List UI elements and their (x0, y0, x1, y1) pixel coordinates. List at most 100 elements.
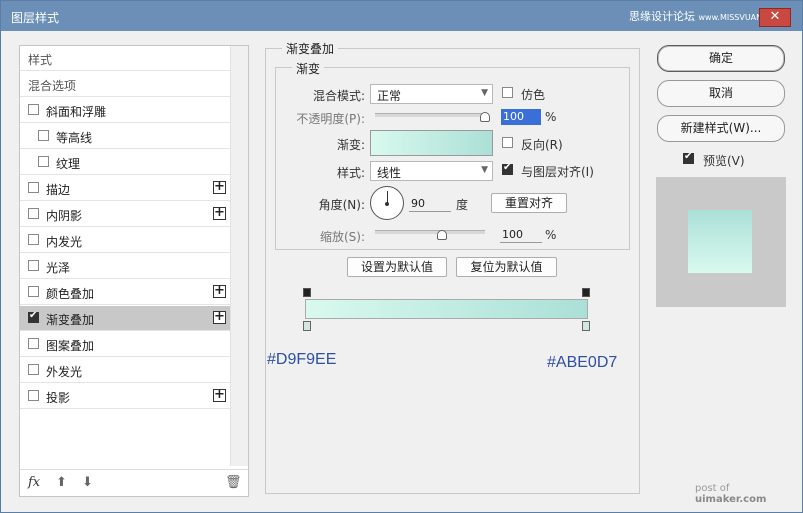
opacity-slider-thumb[interactable] (480, 112, 490, 122)
color-overlay-checkbox[interactable] (28, 286, 39, 297)
list-item-inner-glow[interactable]: 内发光 (20, 228, 230, 253)
dialog-title: 图层样式 (11, 11, 60, 25)
move-down-icon[interactable]: ⬇ (82, 475, 93, 490)
opacity-input[interactable]: 100 (501, 109, 541, 125)
texture-checkbox[interactable] (38, 156, 49, 167)
list-header-styles[interactable]: 样式 (20, 46, 230, 71)
style-select[interactable]: 线性 ▼ (370, 161, 493, 181)
list-item-inner-shadow[interactable]: 内阴影 + (20, 202, 230, 227)
gradient-label: 渐变: (336, 138, 365, 152)
color-overlay-label: 颜色叠加 (46, 287, 95, 301)
satin-label: 光泽 (46, 261, 71, 275)
scale-percent: % (545, 228, 557, 242)
list-item-bevel-emboss[interactable]: 斜面和浮雕 (20, 98, 230, 123)
blend-mode-select[interactable]: 正常 ▼ (370, 84, 493, 104)
opacity-percent: % (545, 110, 557, 124)
move-up-icon[interactable]: ⬆ (56, 475, 67, 490)
dither-checkbox[interactable] (502, 87, 513, 98)
color-overlay-add-icon[interactable]: + (213, 284, 226, 298)
pattern-overlay-checkbox[interactable] (28, 338, 39, 349)
reset-default-button[interactable]: 复位为默认值 (456, 257, 557, 277)
style-list-scrollbar[interactable] (230, 46, 248, 466)
angle-input[interactable]: 90 (409, 196, 451, 212)
color-end-hex: #ABE0D7 (547, 354, 618, 371)
align-with-layer-checkbox[interactable] (502, 162, 513, 175)
color-stop-right[interactable] (582, 321, 590, 331)
reverse-label: 反向(R) (521, 138, 563, 152)
trash-icon[interactable]: 🗑 (225, 475, 242, 490)
outer-glow-checkbox[interactable] (28, 364, 39, 375)
chevron-down-icon: ▼ (481, 165, 488, 175)
gradient-subgroup-title: 渐变 (292, 60, 325, 77)
scale-slider-thumb[interactable] (437, 230, 447, 240)
preview-checkbox[interactable] (683, 151, 694, 164)
list-item-outer-glow[interactable]: 外发光 (20, 358, 230, 383)
cancel-button[interactable]: 取消 (657, 80, 785, 107)
list-item-satin[interactable]: 光泽 (20, 254, 230, 279)
bevel-emboss-checkbox[interactable] (28, 104, 39, 115)
style-label: 样式: (336, 166, 365, 180)
opacity-slider-track[interactable] (375, 113, 485, 117)
list-item-gradient-overlay[interactable]: 渐变叠加 + (20, 306, 230, 331)
inner-shadow-checkbox[interactable] (28, 208, 39, 219)
preview-label: 预览(V) (703, 154, 745, 168)
set-default-button[interactable]: 设置为默认值 (347, 257, 447, 277)
new-style-button[interactable]: 新建样式(W)... (657, 115, 785, 142)
blend-options-label: 混合选项 (28, 79, 77, 93)
satin-checkbox[interactable] (28, 260, 39, 271)
gradient-picker-swatch[interactable] (370, 130, 493, 156)
gradient-overlay-add-icon[interactable]: + (213, 310, 226, 324)
outer-glow-label: 外发光 (46, 365, 83, 379)
drop-shadow-add-icon[interactable]: + (213, 388, 226, 402)
style-preview (656, 177, 786, 307)
inner-glow-checkbox[interactable] (28, 234, 39, 245)
angle-label: 角度(N): (318, 198, 365, 212)
layer-style-dialog: 图层样式 思缘设计论坛 www.MISSVUAN.COM ✕ 样式 混合选项 斜… (0, 0, 803, 513)
reverse-checkbox[interactable] (502, 137, 513, 148)
gradient-overlay-checkbox[interactable] (28, 310, 39, 323)
angle-dial[interactable] (370, 186, 404, 220)
list-item-contour[interactable]: 等高线 (20, 124, 230, 149)
scale-label: 缩放(S): (319, 230, 365, 244)
fx-icon[interactable]: fx (28, 475, 40, 490)
gradient-overlay-group-title: 渐变叠加 (282, 40, 339, 57)
close-button[interactable]: ✕ (759, 8, 791, 27)
preview-swatch (688, 210, 752, 273)
angle-degree-unit: 度 (456, 198, 469, 212)
stroke-add-icon[interactable]: + (213, 180, 226, 194)
list-item-blend-options[interactable]: 混合选项 (20, 72, 230, 97)
reset-align-button[interactable]: 重置对齐 (491, 193, 567, 213)
close-icon: ✕ (769, 9, 781, 24)
inner-glow-label: 内发光 (46, 235, 83, 249)
list-item-stroke[interactable]: 描边 + (20, 176, 230, 201)
drop-shadow-checkbox[interactable] (28, 390, 39, 401)
ok-button[interactable]: 确定 (657, 45, 785, 72)
styles-header-label: 样式 (28, 53, 53, 67)
inner-shadow-add-icon[interactable]: + (213, 206, 226, 220)
blend-mode-label: 混合模式: (312, 89, 365, 103)
title-bar: 图层样式 思缘设计论坛 www.MISSVUAN.COM ✕ (1, 1, 802, 31)
gradient-overlay-label: 渐变叠加 (46, 313, 95, 327)
list-item-pattern-overlay[interactable]: 图案叠加 (20, 332, 230, 357)
footer-watermark: post of uimaker.com (695, 483, 767, 505)
inner-shadow-label: 内阴影 (46, 209, 83, 223)
align-with-layer-label: 与图层对齐(I) (521, 165, 594, 179)
scale-input[interactable]: 100 (500, 227, 542, 243)
contour-checkbox[interactable] (38, 130, 49, 141)
dither-label: 仿色 (521, 88, 546, 102)
style-list-panel: 样式 混合选项 斜面和浮雕 等高线 纹理 描边 + 内阴影 + 内发光 光泽 颜… (19, 45, 249, 497)
style-list-footer: fx ⬆ ⬇ 🗑 (20, 469, 248, 497)
gradient-preview-bar[interactable] (305, 299, 588, 319)
list-item-color-overlay[interactable]: 颜色叠加 + (20, 280, 230, 305)
opacity-stop-left[interactable] (303, 288, 311, 297)
texture-label: 纹理 (56, 157, 81, 171)
stroke-checkbox[interactable] (28, 182, 39, 193)
chevron-down-icon: ▼ (481, 88, 488, 98)
list-item-drop-shadow[interactable]: 投影 + (20, 384, 230, 409)
bevel-emboss-label: 斜面和浮雕 (46, 105, 107, 119)
opacity-stop-right[interactable] (582, 288, 590, 297)
list-item-texture[interactable]: 纹理 (20, 150, 230, 175)
drop-shadow-label: 投影 (46, 391, 71, 405)
color-stop-left[interactable] (303, 321, 311, 331)
scale-slider-track[interactable] (375, 230, 485, 234)
